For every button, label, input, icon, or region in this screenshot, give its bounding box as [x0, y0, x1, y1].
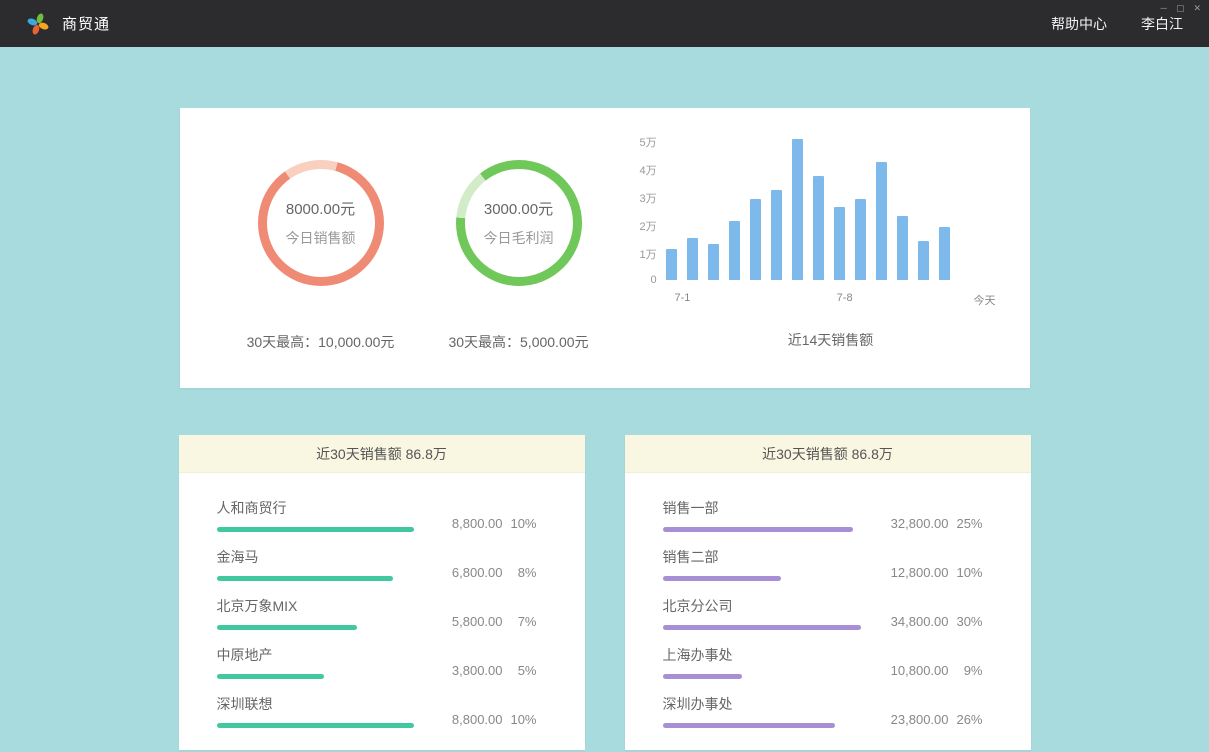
department-bar — [663, 527, 853, 532]
chart-caption: 近14天销售额 — [640, 330, 996, 350]
department-name: 销售二部 — [663, 547, 869, 567]
chart-bar — [834, 207, 845, 280]
customer-amount: 5,800.00 — [437, 614, 503, 629]
chart-bar — [813, 176, 824, 280]
departments-panel-title: 近30天销售额 86.8万 — [625, 435, 1031, 473]
panels-row: 近30天销售额 86.8万 人和商贸行 8,800.0010% 金海马 6,80… — [179, 435, 1031, 750]
department-amount: 34,800.00 — [883, 614, 949, 629]
app-logo-pinwheel-icon — [26, 12, 50, 36]
department-percent: 25% — [949, 516, 983, 531]
department-bar — [663, 625, 861, 630]
department-percent: 10% — [949, 565, 983, 580]
customer-name: 人和商贸行 — [217, 498, 423, 518]
customer-bar — [217, 576, 393, 581]
chart-bar — [939, 227, 950, 280]
bar-chart-bars — [666, 140, 950, 280]
chart-bar — [918, 241, 929, 280]
today-sales-30day-max: 30天最高：10,000.00元 — [247, 332, 395, 352]
customer-percent: 7% — [503, 614, 537, 629]
username-menu[interactable]: 李白江 — [1141, 14, 1183, 34]
maximize-icon[interactable]: ▢ — [1176, 2, 1185, 14]
minimize-icon[interactable]: ─ — [1161, 2, 1167, 14]
customer-bar — [217, 723, 414, 728]
department-amount: 12,800.00 — [883, 565, 949, 580]
chart-bar — [687, 238, 698, 280]
department-percent: 9% — [949, 663, 983, 678]
chart-bar — [771, 190, 782, 280]
today-profit-30day-max: 30天最高：5,000.00元 — [448, 332, 588, 352]
customer-amount: 6,800.00 — [437, 565, 503, 580]
department-amount: 23,800.00 — [883, 712, 949, 727]
chart-y-axis: 5万 4万 3万 2万 1万 0 — [640, 134, 666, 286]
today-sales-label: 今日销售额 — [286, 228, 356, 248]
department-bar — [663, 674, 742, 679]
customer-percent: 10% — [503, 516, 537, 531]
customer-row: 人和商贸行 8,800.0010% — [217, 498, 537, 532]
customers-sales-panel: 近30天销售额 86.8万 人和商贸行 8,800.0010% 金海马 6,80… — [179, 435, 585, 750]
today-profit-ring: 3000.00元 今日毛利润 — [456, 160, 582, 286]
chart-bar — [792, 139, 803, 280]
customer-bar — [217, 625, 357, 630]
customer-amount: 8,800.00 — [437, 516, 503, 531]
department-amount: 32,800.00 — [883, 516, 949, 531]
customer-percent: 10% — [503, 712, 537, 727]
customer-amount: 8,800.00 — [437, 712, 503, 727]
customer-bar — [217, 674, 324, 679]
chart-bar — [876, 162, 887, 280]
close-icon[interactable]: ✕ — [1193, 2, 1201, 14]
customer-amount: 3,800.00 — [437, 663, 503, 678]
customer-name: 中原地产 — [217, 645, 423, 665]
today-profit-ring-block: 3000.00元 今日毛利润 30天最高：5,000.00元 — [420, 140, 618, 352]
window-controls: ─ ▢ ✕ — [1161, 2, 1201, 14]
chart-bar — [897, 216, 908, 280]
chart-bar — [666, 249, 677, 280]
customer-name: 深圳联想 — [217, 694, 423, 714]
department-name: 上海办事处 — [663, 645, 869, 665]
today-sales-ring: 8000.00元 今日销售额 — [258, 160, 384, 286]
x-tick-mid: 7-8 — [837, 292, 853, 304]
department-bar — [663, 576, 781, 581]
customer-name: 北京万象MIX — [217, 596, 423, 616]
help-center-link[interactable]: 帮助中心 — [1051, 14, 1107, 34]
customer-percent: 8% — [503, 565, 537, 580]
today-profit-value: 3000.00元 — [484, 198, 554, 219]
department-name: 销售一部 — [663, 498, 869, 518]
department-row: 销售一部 32,800.0025% — [663, 498, 983, 532]
chart-bar — [708, 244, 719, 280]
department-percent: 30% — [949, 614, 983, 629]
chart-bar — [729, 221, 740, 280]
customer-bar — [217, 527, 414, 532]
departments-sales-panel: 近30天销售额 86.8万 销售一部 32,800.0025% 销售二部 12,… — [625, 435, 1031, 750]
customer-row: 深圳联想 8,800.0010% — [217, 694, 537, 728]
x-tick-end: 今天 — [974, 292, 996, 308]
customers-panel-title: 近30天销售额 86.8万 — [179, 435, 585, 473]
customer-row: 中原地产 3,800.005% — [217, 645, 537, 679]
department-row: 北京分公司 34,800.0030% — [663, 596, 983, 630]
department-row: 上海办事处 10,800.009% — [663, 645, 983, 679]
customer-percent: 5% — [503, 663, 537, 678]
chart-bar — [855, 199, 866, 280]
customer-row: 金海马 6,800.008% — [217, 547, 537, 581]
department-name: 深圳办事处 — [663, 694, 869, 714]
customer-row: 北京万象MIX 5,800.007% — [217, 596, 537, 630]
department-amount: 10,800.00 — [883, 663, 949, 678]
x-tick-start: 7-1 — [675, 292, 691, 304]
sales-14day-chart: 5万 4万 3万 2万 1万 0 7-1 7-8 今天 近14天销售额 — [640, 140, 996, 350]
today-profit-label: 今日毛利润 — [484, 228, 554, 248]
titlebar: 商贸通 帮助中心 李白江 ─ ▢ ✕ — [0, 0, 1209, 47]
department-row: 深圳办事处 23,800.0026% — [663, 694, 983, 728]
titlebar-right: 帮助中心 李白江 — [1051, 14, 1183, 34]
summary-card: 8000.00元 今日销售额 30天最高：10,000.00元 3000.00元… — [180, 108, 1030, 388]
customer-name: 金海马 — [217, 547, 423, 567]
department-bar — [663, 723, 835, 728]
today-sales-value: 8000.00元 — [286, 198, 356, 219]
department-name: 北京分公司 — [663, 596, 869, 616]
department-percent: 26% — [949, 712, 983, 727]
chart-bar — [750, 199, 761, 280]
today-sales-ring-block: 8000.00元 今日销售额 30天最高：10,000.00元 — [222, 140, 420, 352]
department-row: 销售二部 12,800.0010% — [663, 547, 983, 581]
chart-x-axis: 7-1 7-8 今天 — [675, 292, 996, 310]
app-title: 商贸通 — [62, 13, 110, 34]
